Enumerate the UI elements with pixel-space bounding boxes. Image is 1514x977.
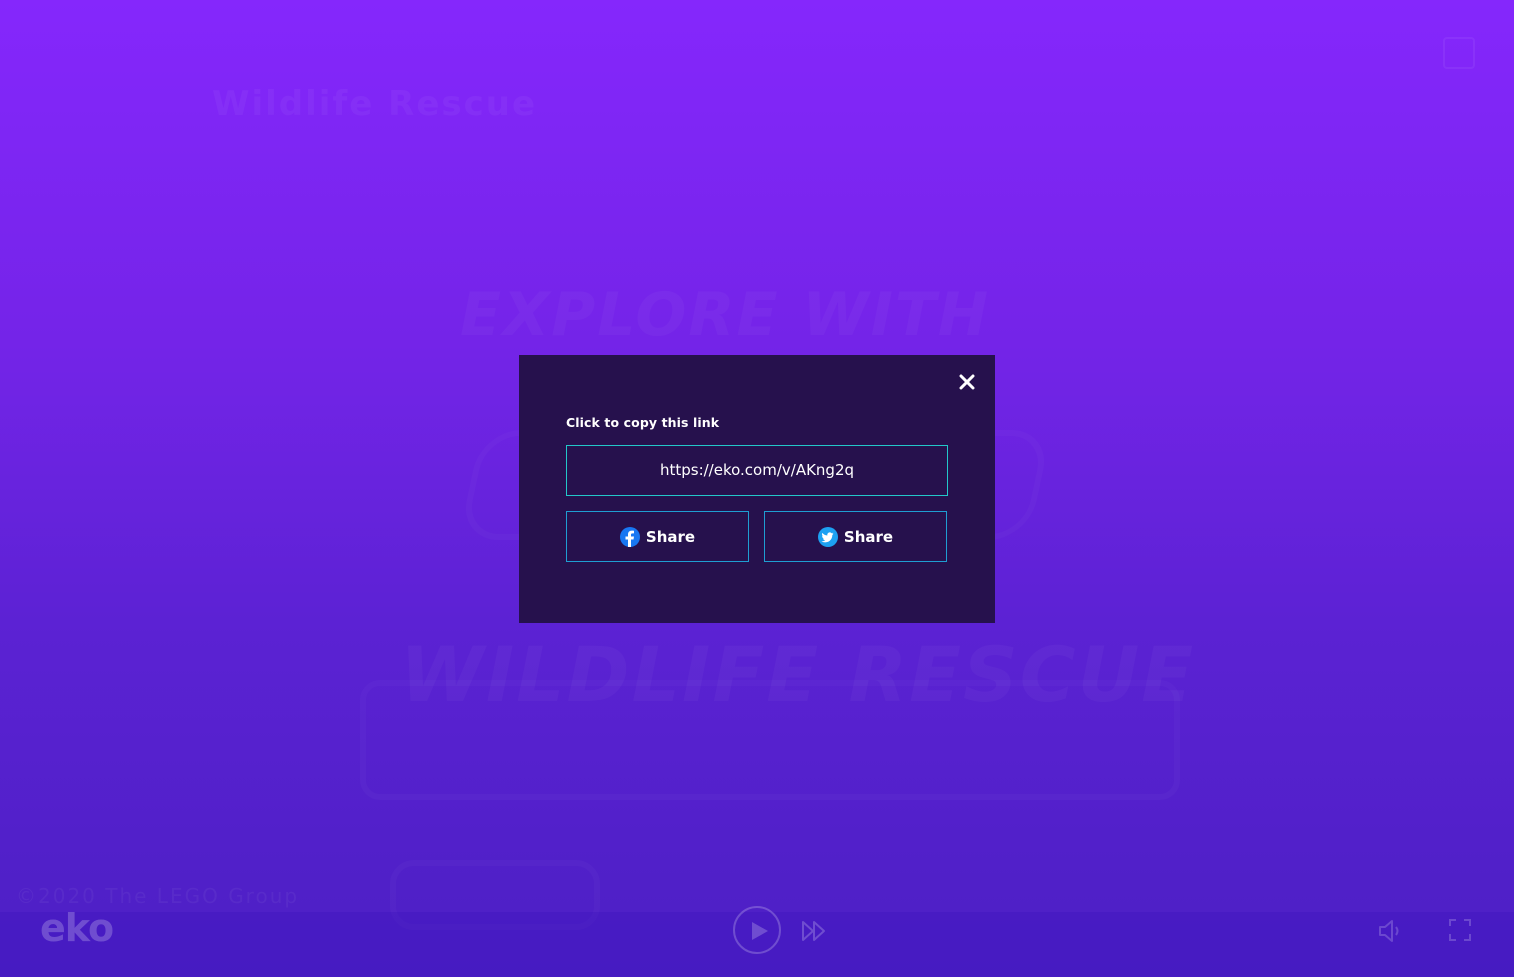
play-button[interactable] [733,906,781,954]
background-shape [360,680,1180,800]
twitter-share-label: Share [843,527,894,546]
close-icon [959,374,975,390]
volume-button[interactable] [1377,918,1405,944]
twitter-share-button[interactable]: Share [764,511,947,562]
skip-forward-button[interactable] [801,919,827,943]
background-title: Wildlife Rescue [212,84,537,124]
fast-forward-icon [802,921,825,941]
background-copyright: ©2020 The LEGO Group [16,884,300,908]
close-button[interactable] [955,370,979,394]
fullscreen-icon [1449,919,1471,941]
volume-icon [1379,920,1399,942]
background-headline: EXPLORE WITH [460,280,990,350]
eko-logo[interactable]: eko [40,906,114,950]
play-icon [752,922,768,940]
facebook-icon [619,526,640,547]
background-corner-icon [1443,37,1475,69]
video-stage: Wildlife Rescue EXPLORE WITH WILDLIFE RE… [0,0,1514,977]
twitter-icon [817,526,838,547]
facebook-share-label: Share [645,527,696,546]
copy-link-label: Click to copy this link [566,415,720,430]
share-link-field[interactable]: https://eko.com/v/AKng2q [566,445,948,496]
fullscreen-button[interactable] [1448,918,1472,942]
facebook-share-button[interactable]: Share [566,511,749,562]
